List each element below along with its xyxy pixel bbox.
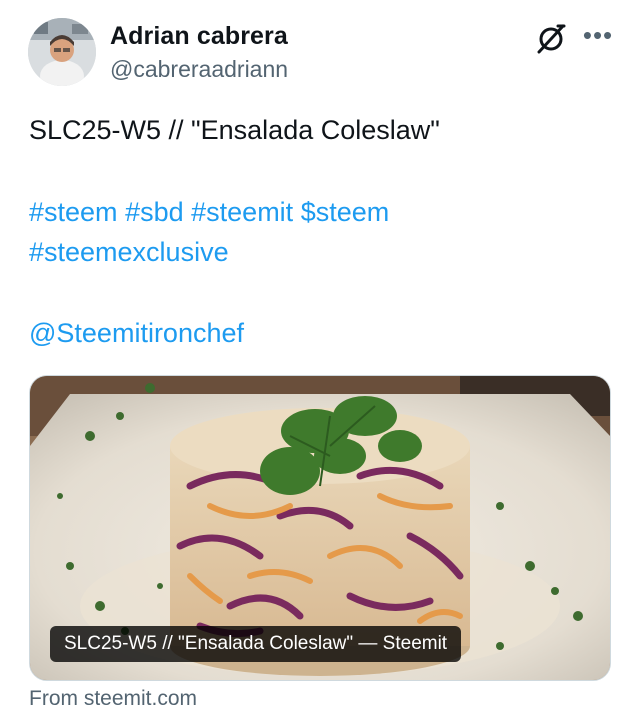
cashtag-steem[interactable]: $steem <box>301 197 390 227</box>
author-display-name[interactable]: Adrian cabrera <box>110 22 288 51</box>
link-card-title: SLC25-W5 // "Ensalada Coleslaw" — Steemi… <box>50 626 462 662</box>
hashtags-line-1: #steem #sbd #steemit $steem <box>29 192 389 232</box>
post-text: SLC25-W5 // "Ensalada Coleslaw" <box>29 115 440 145</box>
hashtags-line-2: #steemexclusive <box>29 232 229 272</box>
more-options-icon[interactable]: ••• <box>581 20 615 52</box>
link-source[interactable]: From steemit.com <box>29 687 197 711</box>
post-header: Adrian cabrera @cabreraadriann ••• <box>28 18 612 88</box>
avatar[interactable] <box>28 18 96 86</box>
author-handle[interactable]: @cabreraadriann <box>110 56 288 83</box>
hashtag-sbd[interactable]: #sbd <box>125 197 184 227</box>
link-preview-card[interactable]: SLC25-W5 // "Ensalada Coleslaw" — Steemi… <box>29 375 611 681</box>
mention-steemitironchef[interactable]: @Steemitironchef <box>29 318 244 348</box>
hashtag-steemexclusive[interactable]: #steemexclusive <box>29 237 229 267</box>
hashtag-steem[interactable]: #steem <box>29 197 118 227</box>
grok-icon[interactable] <box>536 22 566 54</box>
mention-line: @Steemitironchef <box>29 313 244 353</box>
hashtag-steemit[interactable]: #steemit <box>191 197 293 227</box>
